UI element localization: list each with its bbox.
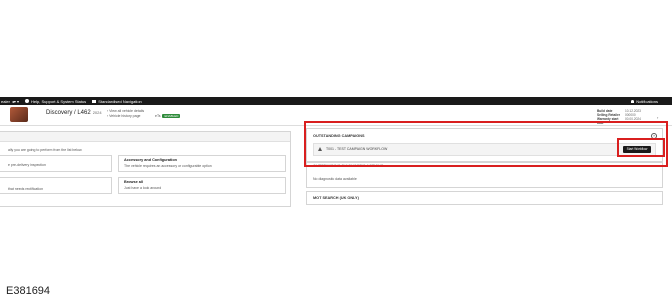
browse-all-title: Browse all	[124, 180, 143, 184]
grid-icon	[92, 99, 97, 103]
dealer-selector[interactable]: ealer ◂▾ ▾	[1, 99, 19, 104]
mot-search-panel[interactable]: MOT SEARCH (UK ONLY)	[306, 191, 663, 205]
browse-all-card[interactable]: Browse all Just have a look around	[118, 177, 286, 194]
vin-prefix: eTs	[155, 114, 161, 118]
diagnostic-text: No diagnostic data available	[313, 177, 357, 181]
help-icon	[25, 99, 30, 103]
status-badge: ENABLED	[162, 114, 181, 118]
accessory-configuration-card[interactable]: Accessory and Configuration The vehicle …	[118, 155, 286, 172]
standardised-navigation-label: Standardised Navigation	[98, 98, 142, 104]
dealer-label: ealer	[1, 98, 10, 104]
task-selection-panel: ally you are going to perform from the l…	[0, 131, 291, 207]
dealer-arrows: ◂▾ ▾	[11, 98, 20, 104]
pre-delivery-card[interactable]: e pre-delivery inspection	[0, 155, 112, 172]
notifications-label: Notifications	[636, 98, 658, 104]
help-support-label: Help, Support & System Status	[31, 98, 87, 104]
campaigns-highlight-box	[304, 121, 668, 167]
standardised-navigation-link[interactable]: Standardised Navigation	[92, 99, 142, 104]
top-navigation-bar: ealer ◂▾ ▾ Help, Support & System Status…	[0, 97, 672, 105]
vehicle-history-link[interactable]: › Vehicle history page	[107, 114, 144, 119]
expand-arrow-icon[interactable]: ›	[657, 115, 658, 120]
vehicle-status: eTs ENABLED	[155, 114, 181, 118]
notifications-button[interactable]: Notifications	[631, 97, 658, 105]
vehicle-model: Discovery / L462	[46, 110, 91, 116]
help-support-link[interactable]: Help, Support & System Status	[25, 99, 86, 104]
browse-all-text: Just have a look around	[124, 186, 162, 190]
start-workflow-highlight-box	[617, 138, 665, 157]
vehicle-thumbnail	[10, 107, 28, 122]
rectification-card[interactable]: that needs rectification	[0, 177, 112, 194]
accessory-configuration-title: Accessory and Configuration	[124, 158, 177, 162]
bell-icon	[631, 99, 635, 103]
figure-caption: E381694	[6, 285, 51, 297]
pre-delivery-text: e pre-delivery inspection	[8, 163, 46, 167]
mot-search-title: MOT SEARCH (UK ONLY)	[313, 196, 359, 200]
vehicle-year: 2024	[92, 110, 102, 115]
panel-header	[0, 132, 290, 142]
vehicle-model-title: Discovery / L462 2024	[46, 110, 102, 116]
task-instruction: ally you are going to perform from the l…	[8, 148, 83, 152]
vehicle-links: › View all vehicle details › Vehicle his…	[107, 109, 144, 119]
rectification-text: that needs rectification	[8, 187, 44, 191]
accessory-configuration-text: The vehicle requires an accessory or con…	[124, 164, 212, 168]
